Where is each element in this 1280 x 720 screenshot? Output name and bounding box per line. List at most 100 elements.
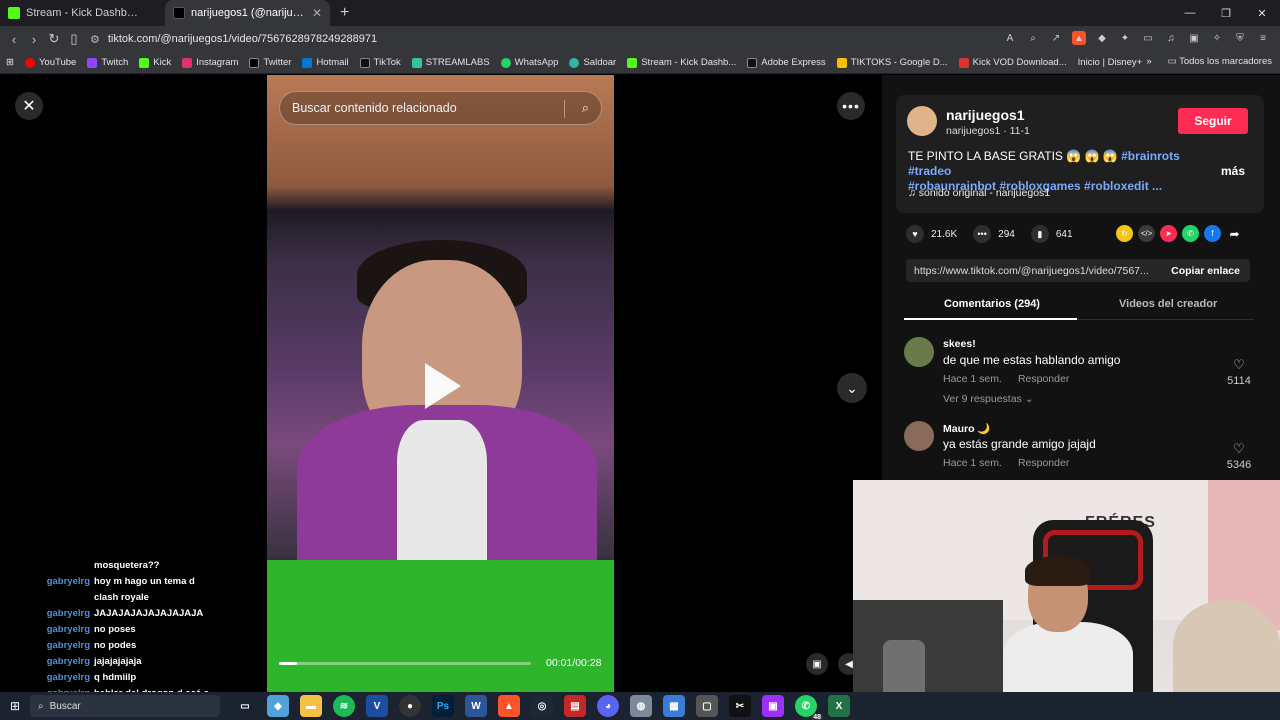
puzzle-icon[interactable]: ✦ (1118, 31, 1132, 45)
more-bookmarks-icon[interactable]: » (1146, 56, 1151, 67)
follow-button[interactable]: Seguir (1178, 108, 1248, 134)
comment-stat[interactable]: ••• 294 (973, 225, 1015, 243)
app-icon[interactable]: ▤ (564, 695, 586, 717)
more-share-icon[interactable]: ➦ (1226, 225, 1243, 242)
whatsapp-icon[interactable]: ✆ 48 (795, 695, 823, 720)
chat-username[interactable]: gabryelrg (0, 654, 94, 670)
discord-icon[interactable]: ◕ (597, 695, 619, 717)
all-bookmarks-folder[interactable]: ▭ Todos los marcadores (1168, 56, 1272, 67)
embed-icon[interactable]: </> (1138, 225, 1155, 242)
chat-username[interactable]: gabryelrg (0, 622, 94, 638)
bookmark-disney[interactable]: Inicio | Disney+ (1078, 57, 1143, 68)
tab-tiktok[interactable]: narijuegos1 (@narijuegos1) | ✕ (165, 0, 330, 26)
reload-icon[interactable]: ↻ (44, 31, 64, 47)
send-icon[interactable]: ➤ (1160, 225, 1177, 242)
play-icon[interactable] (425, 363, 461, 409)
whatsapp-share-icon[interactable]: ✆ (1182, 225, 1199, 242)
vpn-icon[interactable]: ⛨ (1233, 31, 1247, 45)
bookmark-twitch[interactable]: Twitch (87, 57, 128, 68)
bookmark-instagram[interactable]: Instagram (182, 57, 238, 68)
app-icon[interactable]: ▣ (762, 695, 784, 717)
music-icon[interactable]: ♫ (1164, 31, 1178, 45)
comment-like[interactable]: ♡ 5346 (1224, 441, 1254, 471)
brave-icon[interactable]: ▲ (498, 695, 520, 717)
url-field[interactable]: ⚙ tiktok.com/@narijuegos1/video/75676289… (90, 29, 930, 49)
creator-username[interactable]: narijuegos1 (946, 107, 1025, 123)
brave-shield-icon[interactable]: ▲ (1072, 31, 1086, 45)
creator-avatar[interactable] (907, 106, 937, 136)
chat-username[interactable] (0, 558, 94, 574)
commenter-name[interactable]: skees! (943, 338, 976, 350)
bookmark-kick-vod[interactable]: Kick VOD Download... (958, 57, 1067, 68)
more-caption-link[interactable]: más (1221, 164, 1245, 178)
sidebar-icon[interactable]: ▭ (1141, 31, 1155, 45)
bookmark-google-drive[interactable]: TIKTOKS - Google D... (836, 57, 948, 68)
chat-username[interactable]: gabryelrg (0, 574, 94, 590)
bookmark-saldoar[interactable]: Saldoar (569, 57, 616, 68)
windows-start-icon[interactable]: ⊞ (0, 699, 30, 713)
bookmark-adobe-express[interactable]: Adobe Express (747, 57, 826, 68)
tab-comments[interactable]: Comentarios (294) (944, 298, 1040, 310)
steam-icon[interactable]: ◎ (531, 695, 553, 717)
vegas-icon[interactable]: V (366, 695, 388, 717)
video-player[interactable]: Buscar contenido relacionado ⌕ 00:01/00:… (267, 75, 614, 692)
copy-link-button[interactable]: Copiar enlace (1171, 265, 1240, 277)
reply-link[interactable]: Responder (1018, 373, 1069, 385)
bookmark-tiktok[interactable]: TikTok (359, 57, 401, 68)
app-icon[interactable]: ▢ (696, 695, 718, 717)
reply-link[interactable]: Responder (1018, 457, 1069, 469)
chat-username[interactable]: gabryelrg (0, 638, 94, 654)
capcut-icon[interactable]: ✂ (729, 695, 751, 717)
zoom-icon[interactable]: ⌕ (1026, 31, 1040, 45)
menu-icon[interactable]: ≡ (1256, 31, 1270, 45)
new-tab-button[interactable]: + (340, 4, 349, 22)
video-link-box[interactable]: https://www.tiktok.com/@narijuegos1/vide… (906, 259, 1250, 282)
leo-icon[interactable]: ✧ (1210, 31, 1224, 45)
like-stat[interactable]: ♥ 21.6K (906, 225, 957, 243)
word-icon[interactable]: W (465, 695, 487, 717)
commenter-avatar[interactable] (904, 337, 934, 367)
bookmark-streamlabs[interactable]: STREAMLABS (411, 57, 490, 68)
bookmark-hotmail[interactable]: Hotmail (302, 57, 349, 68)
excel-icon[interactable]: X (828, 695, 850, 717)
chat-username[interactable]: gabryelrg (0, 670, 94, 686)
comment-like[interactable]: ♡ 5114 (1224, 357, 1254, 387)
taskbar-search[interactable]: ⌕ Buscar (30, 695, 220, 717)
minimize-icon[interactable]: — (1172, 0, 1208, 26)
share-icon[interactable]: ↗ (1049, 31, 1063, 45)
bookmark-whatsapp[interactable]: WhatsApp (500, 57, 558, 68)
video-progress-bar[interactable] (279, 662, 531, 665)
bookmark-twitter[interactable]: Twitter (249, 57, 291, 68)
obs-icon[interactable]: ● (399, 695, 421, 717)
bookmark-kick-dashboard[interactable]: Stream - Kick Dashb... (627, 57, 736, 68)
chat-username[interactable]: gabryelrg (0, 606, 94, 622)
commenter-name[interactable]: Mauro 🌙 (943, 422, 991, 435)
close-tab-icon[interactable]: ✕ (312, 6, 322, 20)
next-video-button[interactable]: ⌄ (837, 373, 867, 403)
tab-kick-dashboard[interactable]: Stream - Kick Dashboard (0, 0, 165, 26)
repost-icon[interactable]: ↻ (1116, 225, 1133, 242)
back-icon[interactable]: ‹ (4, 32, 24, 47)
forward-icon[interactable]: › (24, 32, 44, 47)
tab-creator-videos[interactable]: Videos del creador (1119, 298, 1217, 310)
widget-icon[interactable]: ◆ (267, 695, 289, 717)
task-view-icon[interactable]: ▭ (234, 695, 256, 717)
more-options-button[interactable]: ••• (837, 92, 865, 120)
spotify-icon[interactable]: ≋ (333, 695, 355, 717)
bookmark-icon[interactable]: ▯ (64, 31, 84, 47)
bookmark-youtube[interactable]: YouTube (24, 57, 76, 68)
restore-icon[interactable]: ❐ (1208, 0, 1244, 26)
facebook-share-icon[interactable]: f (1204, 225, 1221, 242)
apps-icon[interactable]: ⊞ (6, 57, 14, 68)
bookmark-kick[interactable]: Kick (139, 57, 171, 68)
site-info-icon[interactable]: ⚙ (90, 33, 100, 46)
close-window-icon[interactable]: ✕ (1244, 0, 1280, 26)
photoshop-icon[interactable]: Ps (432, 695, 454, 717)
related-search-input[interactable]: Buscar contenido relacionado ⌕ (279, 91, 602, 125)
commenter-avatar[interactable] (904, 421, 934, 451)
app-icon[interactable]: ▦ (663, 695, 685, 717)
sound-link[interactable]: ♫ sonido original - narijuegos1 (908, 187, 1050, 199)
picture-in-picture-icon[interactable]: ▣ (806, 653, 828, 675)
extension-icon[interactable]: ◆ (1095, 31, 1109, 45)
chat-username[interactable] (0, 590, 94, 606)
